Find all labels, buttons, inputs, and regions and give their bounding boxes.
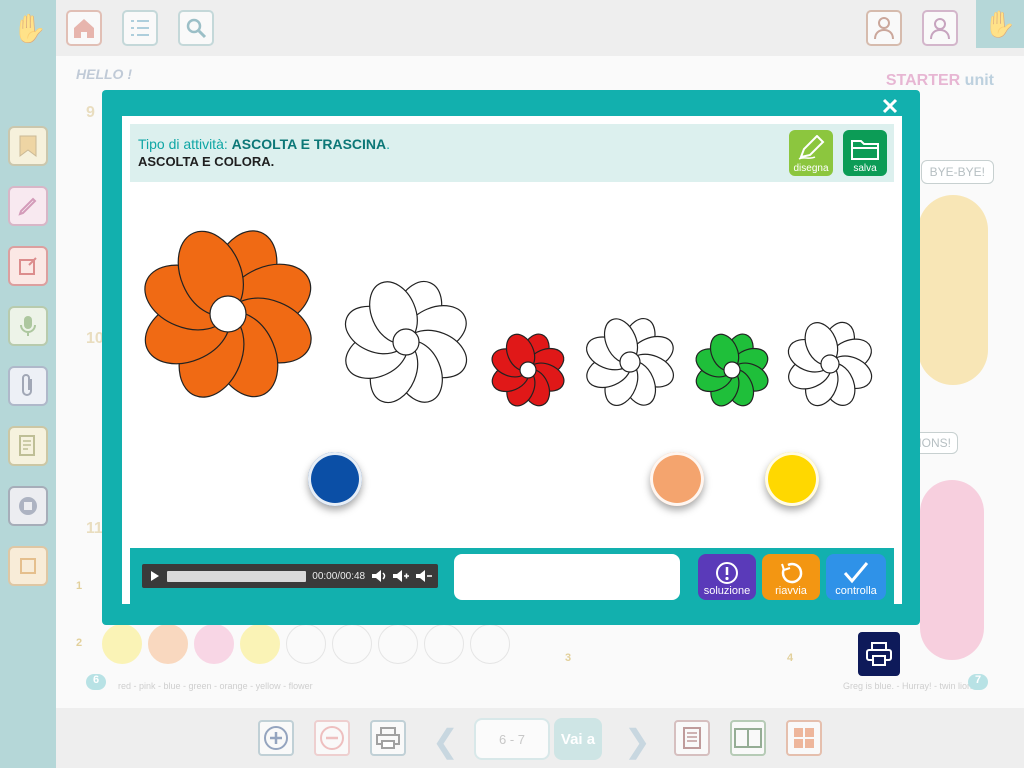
draw-label: disegna <box>793 163 829 174</box>
flower[interactable] <box>784 318 877 411</box>
flower-center <box>820 354 840 374</box>
play-icon <box>150 571 159 581</box>
save-button[interactable]: salva <box>843 130 887 176</box>
flower[interactable] <box>488 330 568 410</box>
activity-instruction: ASCOLTA E COLORA. <box>138 154 275 169</box>
flower-center <box>723 361 741 379</box>
solution-button[interactable]: soluzione <box>698 554 756 600</box>
paint-drop-yellow[interactable] <box>765 452 819 506</box>
volume-up-icon[interactable] <box>392 569 410 583</box>
coloring-canvas[interactable] <box>130 182 894 548</box>
print-button[interactable] <box>858 632 900 676</box>
flower-center <box>619 351 641 373</box>
audio-time: 00:00/00:48 <box>312 570 366 582</box>
restart-label: riavvia <box>775 585 807 597</box>
folder-icon <box>851 140 879 160</box>
flower[interactable] <box>338 274 473 409</box>
volume-down-icon[interactable] <box>415 569 432 583</box>
answer-field[interactable] <box>454 554 680 600</box>
close-icon <box>882 98 898 114</box>
flower[interactable] <box>692 330 772 410</box>
volume-icon[interactable] <box>371 569 386 583</box>
solution-label: soluzione <box>703 585 751 597</box>
paint-drop-orange[interactable] <box>650 452 704 506</box>
instruction-bar: Tipo di attività: ASCOLTA E TRASCINA. AS… <box>130 124 894 182</box>
draw-button[interactable]: disegna <box>789 130 833 176</box>
audio-player: 00:00/00:48 <box>142 564 438 588</box>
restart-icon <box>781 562 803 584</box>
activity-type: Tipo di attività: ASCOLTA E TRASCINA. <box>138 136 391 152</box>
print-icon <box>866 642 892 666</box>
flower-center <box>209 295 247 333</box>
check-label: controlla <box>835 585 877 597</box>
pencil-icon <box>798 135 825 160</box>
activity-controls: 00:00/00:48 soluzione riavvia controlla <box>130 548 894 604</box>
flower-center <box>392 328 420 356</box>
flower-center <box>519 361 537 379</box>
flower[interactable] <box>582 314 679 411</box>
solution-icon <box>716 562 738 584</box>
play-button[interactable] <box>148 569 161 583</box>
restart-button[interactable]: riavvia <box>762 554 820 600</box>
flower[interactable] <box>135 221 321 407</box>
audio-progress[interactable] <box>167 570 307 582</box>
paint-drop-blue[interactable] <box>308 452 362 506</box>
check-icon <box>843 562 869 584</box>
activity-modal: Tipo di attività: ASCOLTA E TRASCINA. AS… <box>102 90 920 625</box>
close-button[interactable] <box>878 94 902 118</box>
activity-panel: Tipo di attività: ASCOLTA E TRASCINA. AS… <box>122 116 902 604</box>
save-label: salva <box>853 163 877 174</box>
check-button[interactable]: controlla <box>826 554 886 600</box>
